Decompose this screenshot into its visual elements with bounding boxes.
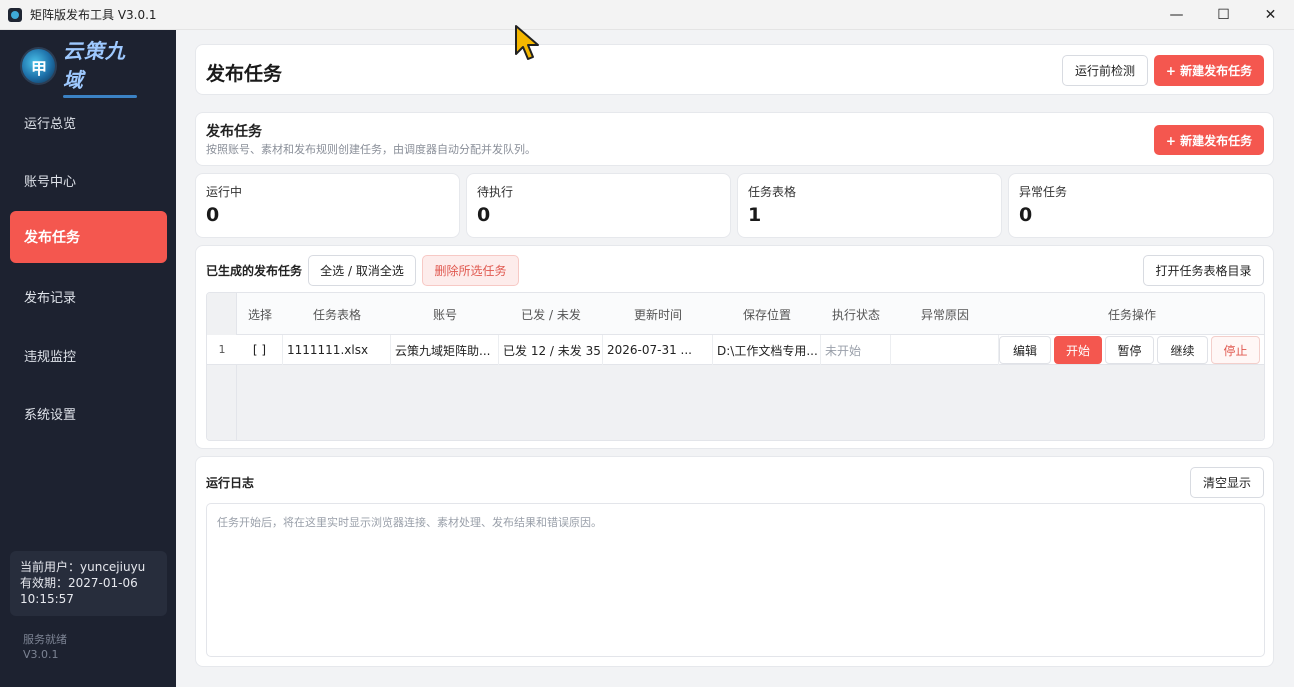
sidebar: 甲 云策九域 运行总览 账号中心 发布任务 发布记录 违规监控 系统设置 当前用… — [0, 30, 176, 687]
stat-value: 1 — [748, 204, 762, 226]
column-header: 异常原因 — [920, 307, 969, 322]
section-title: 发布任务 — [206, 124, 262, 140]
title-bar: 矩阵版发布工具 V3.0.1 — ☐ ✕ — [0, 0, 1294, 30]
clear-log-button[interactable]: 清空显示 — [1190, 467, 1264, 498]
log-panel: 运行日志 清空显示 任务开始后，将在这里实时显示浏览器连接、素材处理、发布结果和… — [195, 456, 1274, 667]
stat-value: 0 — [1019, 204, 1033, 226]
column-header: 选择 — [247, 307, 272, 322]
column-header: 任务表格 — [312, 307, 361, 322]
log-output[interactable]: 任务开始后，将在这里实时显示浏览器连接、素材处理、发布结果和错误原因。 — [206, 503, 1265, 657]
precheck-button[interactable]: 运行前检测 — [1062, 55, 1148, 86]
page-header: 发布任务 运行前检测 + 新建发布任务 — [195, 44, 1274, 95]
row-number-column — [207, 293, 237, 440]
maximize-button[interactable]: ☐ — [1200, 0, 1247, 30]
logo-text: 云策九域 — [62, 38, 126, 92]
row-checkbox[interactable]: [ ] — [237, 335, 283, 365]
tasks-table: 选择 任务表格 账号 已发 / 未发 更新时间 保存位置 执行状态 异常原因 任… — [206, 292, 1265, 441]
delete-selected-button[interactable]: 删除所选任务 — [422, 255, 519, 286]
row-number: 1 — [207, 335, 237, 365]
close-button[interactable]: ✕ — [1247, 0, 1294, 30]
cell-error — [891, 335, 999, 365]
stat-value: 0 — [206, 204, 220, 226]
stat-label: 任务表格 — [748, 185, 797, 199]
tasks-panel: 已生成的发布任务 全选 / 取消全选 删除所选任务 打开任务表格目录 选择 任务… — [195, 245, 1274, 449]
column-header: 账号 — [432, 307, 457, 322]
sidebar-item-publish-records[interactable]: 发布记录 — [10, 270, 167, 322]
stat-label: 异常任务 — [1019, 185, 1068, 199]
page-title: 发布任务 — [206, 63, 283, 85]
expiry-date: 有效期：2027-01-06 — [20, 576, 138, 590]
cell-progress: 已发 12 / 未发 35 — [499, 335, 603, 365]
window-title: 矩阵版发布工具 V3.0.1 — [30, 8, 157, 22]
resume-task-button[interactable]: 继续 — [1157, 336, 1208, 364]
table-empty-area — [237, 365, 1264, 440]
service-status-label: 服务就绪 — [23, 633, 67, 646]
stop-task-button[interactable]: 停止 — [1211, 336, 1260, 364]
log-title: 运行日志 — [206, 476, 255, 490]
select-all-button[interactable]: 全选 / 取消全选 — [308, 255, 416, 286]
sidebar-item-publish-tasks[interactable]: 发布任务 — [10, 211, 167, 263]
stat-running: 运行中 0 — [195, 173, 460, 238]
logo-emblem-icon: 甲 — [20, 47, 57, 85]
column-header: 执行状态 — [831, 307, 880, 322]
current-user: 当前用户：yuncejiuyu — [20, 560, 146, 574]
cell-updated: 2026-07-31 ... — [603, 335, 713, 365]
section-description: 按照账号、素材和发布规则创建任务，由调度器自动分配并发队列。 — [206, 143, 536, 156]
user-info: 当前用户：yuncejiuyu 有效期：2027-01-06 10:15:57 — [10, 551, 167, 616]
stat-error-tasks: 异常任务 0 — [1008, 173, 1274, 238]
sidebar-item-overview[interactable]: 运行总览 — [10, 96, 167, 148]
cell-location: D:\工作文档专用... — [713, 335, 821, 365]
sidebar-item-violation-monitor[interactable]: 违规监控 — [10, 329, 167, 381]
app-icon — [8, 7, 22, 22]
service-status: 服务就绪 V3.0.1 — [23, 632, 67, 662]
minimize-button[interactable]: — — [1153, 0, 1200, 30]
start-task-button[interactable]: 开始 — [1054, 336, 1102, 364]
cell-status: 未开始 — [821, 335, 891, 365]
open-task-dir-button[interactable]: 打开任务表格目录 — [1143, 255, 1264, 286]
stat-label: 运行中 — [206, 185, 243, 199]
new-task-button[interactable]: + 新建发布任务 — [1154, 125, 1264, 155]
sidebar-item-accounts[interactable]: 账号中心 — [10, 154, 167, 206]
cell-file: 1111111.xlsx — [283, 335, 391, 365]
section-intro: 发布任务 按照账号、素材和发布规则创建任务，由调度器自动分配并发队列。 + 新建… — [195, 112, 1274, 166]
column-header: 已发 / 未发 — [521, 307, 581, 322]
cell-account: 云策九域矩阵助... — [391, 335, 499, 365]
stat-task-sheets: 任务表格 1 — [737, 173, 1002, 238]
column-header: 保存位置 — [742, 307, 791, 322]
column-header: 更新时间 — [633, 307, 682, 322]
stat-pending: 待执行 0 — [466, 173, 731, 238]
stat-label: 待执行 — [477, 185, 514, 199]
sidebar-item-settings[interactable]: 系统设置 — [10, 387, 167, 439]
stat-value: 0 — [477, 204, 491, 226]
header-new-task-button[interactable]: + 新建发布任务 — [1154, 55, 1264, 86]
table-header: 选择 任务表格 账号 已发 / 未发 更新时间 保存位置 执行状态 异常原因 任… — [237, 293, 1264, 335]
edit-task-button[interactable]: 编辑 — [999, 336, 1051, 364]
expiry-time: 10:15:57 — [20, 592, 74, 606]
app-version: V3.0.1 — [23, 648, 59, 661]
tasks-title: 已生成的发布任务 — [206, 264, 303, 278]
column-header: 任务操作 — [1107, 307, 1156, 322]
table-row: [ ] 1111111.xlsx 云策九域矩阵助... 已发 12 / 未发 3… — [237, 335, 1264, 365]
app-logo: 甲 云策九域 — [20, 39, 144, 98]
pause-task-button[interactable]: 暂停 — [1105, 336, 1154, 364]
mouse-cursor-icon — [515, 25, 539, 60]
